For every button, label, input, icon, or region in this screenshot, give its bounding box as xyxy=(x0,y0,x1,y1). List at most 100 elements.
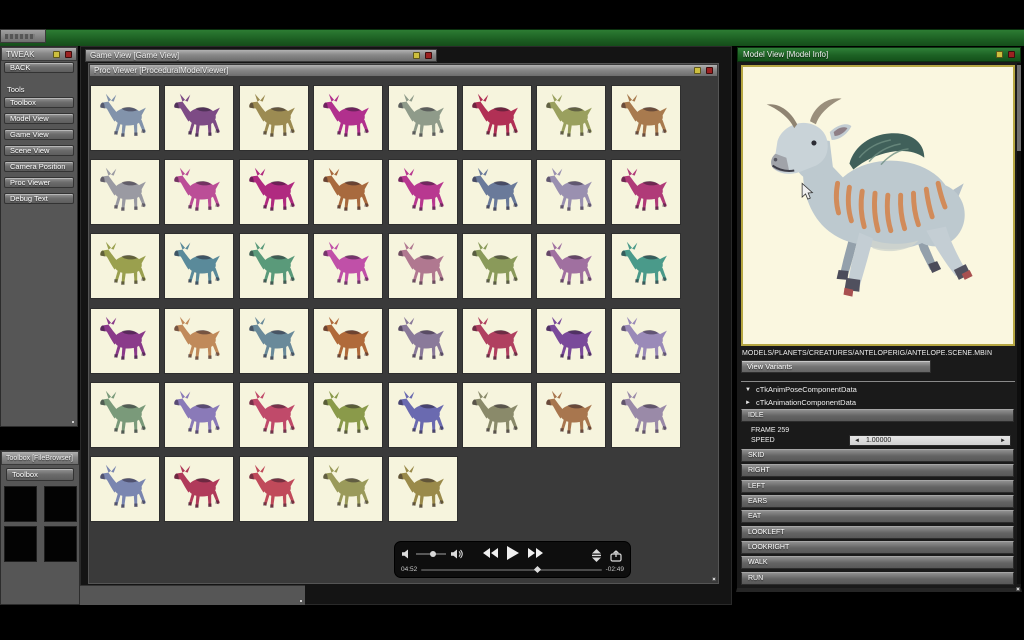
volume-max-icon[interactable] xyxy=(451,549,463,559)
animation-section-lookleft[interactable]: LOOKLEFT xyxy=(741,526,1014,539)
animation-section-ears[interactable]: EARS xyxy=(741,495,1014,508)
creature-thumbnail[interactable] xyxy=(165,457,233,521)
creature-thumbnail[interactable] xyxy=(463,160,531,224)
resize-grip[interactable] xyxy=(712,577,716,581)
animation-section-idle[interactable]: IDLE xyxy=(741,409,1014,422)
creature-thumbnail[interactable] xyxy=(91,86,159,150)
component-row-animpose[interactable]: ▼ cTkAnimPoseComponentData xyxy=(745,385,857,394)
toolbox-button[interactable]: Toolbox xyxy=(6,468,74,481)
share-icon[interactable] xyxy=(610,550,622,562)
creature-thumbnail[interactable] xyxy=(463,309,531,373)
creature-thumbnail[interactable] xyxy=(389,86,457,150)
view-variants-button[interactable]: View Variants xyxy=(741,360,931,373)
creature-thumbnail[interactable] xyxy=(314,86,382,150)
creature-thumbnail[interactable] xyxy=(612,160,680,224)
creature-thumbnail[interactable] xyxy=(389,457,457,521)
creature-thumbnail[interactable] xyxy=(537,383,605,447)
file-browser-tile[interactable] xyxy=(4,526,37,562)
seek-bar[interactable] xyxy=(421,569,601,571)
creature-thumbnail[interactable] xyxy=(91,383,159,447)
creature-thumbnail[interactable] xyxy=(314,309,382,373)
model-3d-viewport[interactable] xyxy=(741,65,1015,346)
game-view-titlebar[interactable]: Game View [Game View] xyxy=(85,49,437,62)
close-button[interactable] xyxy=(65,51,72,58)
creature-thumbnail[interactable] xyxy=(389,234,457,298)
sidebar-button-toolbox[interactable]: Toolbox xyxy=(4,97,74,108)
scrollbar-track[interactable] xyxy=(1017,63,1021,584)
speed-spinner[interactable]: ◄ 1.00000 ► xyxy=(849,435,1011,446)
file-browser-tile[interactable] xyxy=(44,486,77,522)
creature-thumbnail[interactable] xyxy=(537,160,605,224)
creature-thumbnail[interactable] xyxy=(389,160,457,224)
bottom-partial-window[interactable] xyxy=(80,585,305,605)
spinner-decrement-icon[interactable]: ◄ xyxy=(854,438,860,444)
creature-thumbnail[interactable] xyxy=(314,160,382,224)
creature-thumbnail[interactable] xyxy=(612,383,680,447)
creature-thumbnail[interactable] xyxy=(537,309,605,373)
seek-thumb[interactable] xyxy=(534,565,541,572)
creature-thumbnail[interactable] xyxy=(389,383,457,447)
resize-grip[interactable] xyxy=(299,599,303,603)
tweak-titlebar[interactable]: TWEAK xyxy=(1,47,77,61)
creature-thumbnail[interactable] xyxy=(91,309,159,373)
creature-thumbnail[interactable] xyxy=(463,383,531,447)
speed-value[interactable]: 1.00000 xyxy=(866,437,994,444)
animation-section-run[interactable]: RUN xyxy=(741,572,1014,585)
animation-section-left[interactable]: LEFT xyxy=(741,480,1014,493)
spinner-increment-icon[interactable]: ► xyxy=(1000,438,1006,444)
sidebar-button-model-view[interactable]: Model View xyxy=(4,113,74,124)
expand-arrow-icon[interactable]: ▼ xyxy=(745,387,751,393)
resize-grip[interactable] xyxy=(1016,587,1020,591)
volume-mute-icon[interactable] xyxy=(402,549,411,559)
scrollbar-thumb[interactable] xyxy=(1017,65,1021,151)
creature-thumbnail[interactable] xyxy=(240,234,308,298)
frame-step-icon[interactable] xyxy=(591,549,602,562)
model-view-titlebar[interactable]: Model View [Model Info] xyxy=(737,47,1021,62)
minimize-button[interactable] xyxy=(53,51,60,58)
rewind-button[interactable] xyxy=(483,548,498,558)
close-button[interactable] xyxy=(1008,51,1015,58)
creature-thumbnail[interactable] xyxy=(537,86,605,150)
creature-thumbnail[interactable] xyxy=(537,234,605,298)
creature-thumbnail[interactable] xyxy=(240,86,308,150)
creature-thumbnail[interactable] xyxy=(314,457,382,521)
close-button[interactable] xyxy=(425,52,432,59)
sidebar-button-game-view[interactable]: Game View xyxy=(4,129,74,140)
sidebar-button-camera-position[interactable]: Camera Position xyxy=(4,161,74,172)
creature-thumbnail[interactable] xyxy=(612,234,680,298)
proc-viewer-titlebar[interactable]: Proc Viewer [ProceduralModelViewer] xyxy=(89,64,718,77)
creature-thumbnail[interactable] xyxy=(165,383,233,447)
animation-section-lookright[interactable]: LOOKRIGHT xyxy=(741,541,1014,554)
minimize-button[interactable] xyxy=(996,51,1003,58)
sidebar-button-proc-viewer[interactable]: Proc Viewer xyxy=(4,177,74,188)
creature-thumbnail[interactable] xyxy=(91,160,159,224)
file-browser-tile[interactable] xyxy=(4,486,37,522)
creature-thumbnail[interactable] xyxy=(389,309,457,373)
creature-thumbnail[interactable] xyxy=(314,234,382,298)
creature-thumbnail[interactable] xyxy=(314,383,382,447)
creature-thumbnail[interactable] xyxy=(240,457,308,521)
component-row-animation[interactable]: ► cTkAnimationComponentData xyxy=(745,398,856,407)
animation-section-eat[interactable]: EAT xyxy=(741,510,1014,523)
corner-window-tab[interactable] xyxy=(0,29,46,43)
animation-section-right[interactable]: RIGHT xyxy=(741,464,1014,477)
close-button[interactable] xyxy=(706,67,713,74)
fast-forward-button[interactable] xyxy=(528,548,543,558)
creature-thumbnail[interactable] xyxy=(165,234,233,298)
creature-thumbnail[interactable] xyxy=(463,86,531,150)
back-button[interactable]: BACK xyxy=(4,62,74,73)
sidebar-button-debug-text[interactable]: Debug Text xyxy=(4,193,74,204)
minimize-button[interactable] xyxy=(694,67,701,74)
creature-thumbnail[interactable] xyxy=(91,234,159,298)
creature-thumbnail[interactable] xyxy=(240,383,308,447)
animation-section-skid[interactable]: SKID xyxy=(741,449,1014,462)
file-browser-tile[interactable] xyxy=(44,526,77,562)
minimize-button[interactable] xyxy=(413,52,420,59)
collapse-arrow-icon[interactable]: ► xyxy=(745,400,751,406)
sidebar-button-scene-view[interactable]: Scene View xyxy=(4,145,74,156)
creature-thumbnail[interactable] xyxy=(165,309,233,373)
creature-thumbnail[interactable] xyxy=(165,86,233,150)
animation-section-walk[interactable]: WALK xyxy=(741,556,1014,569)
creature-thumbnail[interactable] xyxy=(612,309,680,373)
toolbox-titlebar[interactable]: Toolbox [FileBrowser] xyxy=(1,451,79,465)
